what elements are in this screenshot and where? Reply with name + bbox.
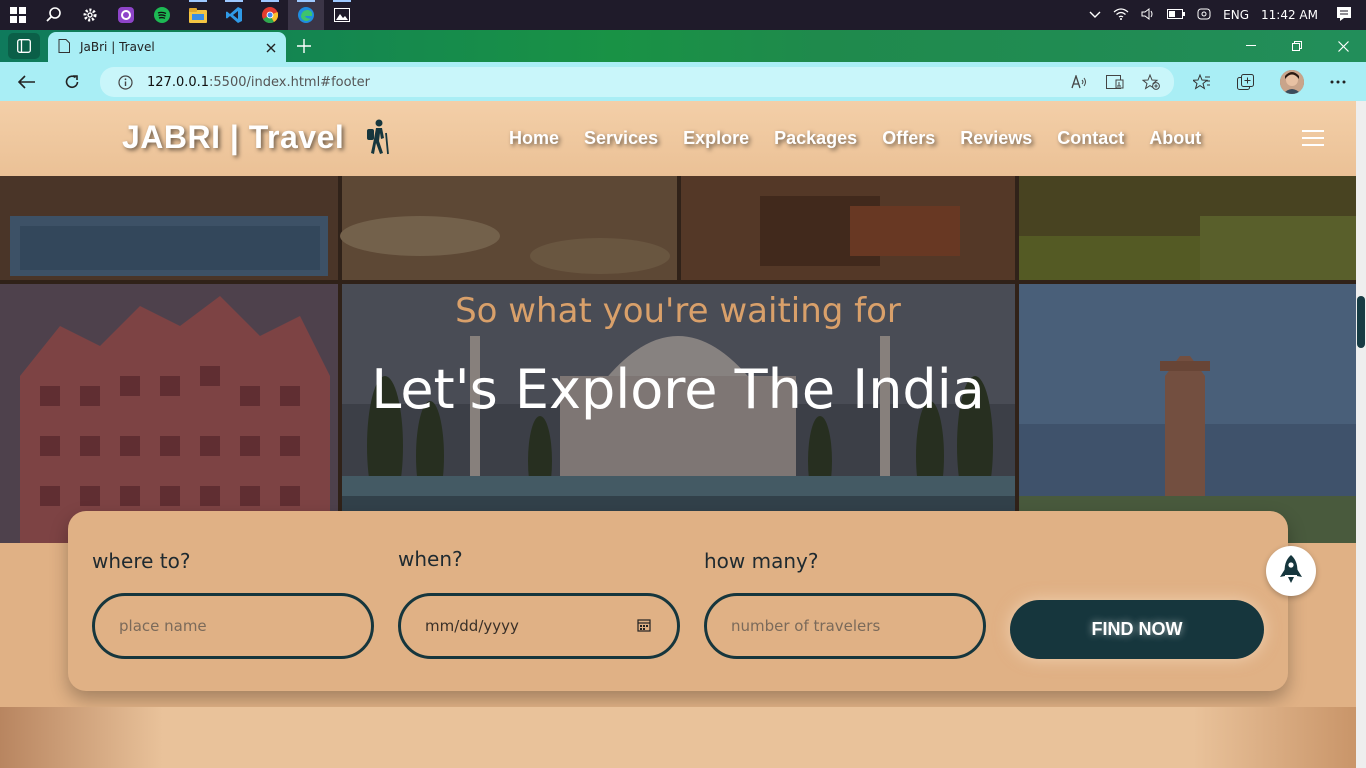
search-icon[interactable] xyxy=(36,0,72,30)
language-indicator[interactable]: ENG xyxy=(1223,8,1249,22)
spotify-icon[interactable] xyxy=(144,0,180,30)
address-bar[interactable]: 127.0.0.1:5500/index.html#footer xyxy=(100,67,1174,97)
avatar[interactable] xyxy=(1280,70,1304,94)
close-tab-icon[interactable] xyxy=(266,38,276,57)
windows-start-icon[interactable] xyxy=(0,0,36,30)
nav-services[interactable]: Services xyxy=(584,128,658,149)
restore-icon[interactable] xyxy=(1274,30,1320,62)
refresh-icon[interactable] xyxy=(61,71,83,93)
windows-taskbar: ENG 11:42 AM xyxy=(0,0,1366,30)
how-many-label: how many? xyxy=(704,549,819,573)
camera-icon[interactable] xyxy=(1197,7,1211,24)
when-label: when? xyxy=(398,547,463,571)
hero-title: Let's Explore The India xyxy=(371,358,985,421)
info-icon[interactable] xyxy=(118,74,133,90)
browser-toolbar: 127.0.0.1:5500/index.html#footer xyxy=(0,62,1366,101)
clock[interactable]: 11:42 AM xyxy=(1261,8,1318,22)
back-to-top-button[interactable] xyxy=(1266,546,1316,596)
edge-icon[interactable] xyxy=(288,0,324,30)
nav-contact[interactable]: Contact xyxy=(1057,128,1124,149)
page-icon xyxy=(58,38,70,57)
where-label: where to? xyxy=(92,549,191,573)
nav-offers[interactable]: Offers xyxy=(882,128,935,149)
system-tray: ENG 11:42 AM xyxy=(1089,0,1366,30)
webpage: So what you're waiting for Let's Explore… xyxy=(0,101,1356,768)
next-section xyxy=(0,707,1356,768)
hero-section: So what you're waiting for Let's Explore… xyxy=(0,176,1356,543)
photos-icon[interactable] xyxy=(324,0,360,30)
browser-tab-active[interactable]: JaBri | Travel xyxy=(48,32,286,62)
site-logo[interactable]: JABRI | Travel xyxy=(122,119,344,156)
nav-about[interactable]: About xyxy=(1149,128,1201,149)
wifi-icon[interactable] xyxy=(1113,7,1129,23)
immersive-reader-icon[interactable] xyxy=(1104,71,1126,93)
favorites-icon[interactable] xyxy=(1191,71,1213,93)
hamburger-menu-icon[interactable] xyxy=(1302,130,1324,151)
hiker-icon xyxy=(362,119,390,159)
more-options-icon[interactable] xyxy=(1327,71,1349,93)
collections-icon[interactable] xyxy=(1235,71,1257,93)
place-name-input[interactable]: place name xyxy=(92,593,374,659)
github-icon[interactable] xyxy=(108,0,144,30)
volume-icon[interactable] xyxy=(1141,7,1155,23)
travelers-input[interactable]: number of travelers xyxy=(704,593,986,659)
find-now-button[interactable]: FIND NOW xyxy=(1010,600,1264,659)
url-host: 127.0.0.1 xyxy=(147,74,210,90)
vscode-icon[interactable] xyxy=(216,0,252,30)
new-tab-icon[interactable] xyxy=(296,38,312,58)
back-arrow-icon[interactable] xyxy=(16,71,38,93)
nav-packages[interactable]: Packages xyxy=(774,128,857,149)
tab-actions-icon[interactable] xyxy=(8,33,40,59)
battery-icon[interactable] xyxy=(1167,8,1186,22)
nav-home[interactable]: Home xyxy=(509,128,559,149)
chrome-icon[interactable] xyxy=(252,0,288,30)
page-scrollbar[interactable] xyxy=(1356,101,1366,768)
chevron-up-icon[interactable] xyxy=(1089,8,1101,22)
nav-reviews[interactable]: Reviews xyxy=(960,128,1032,149)
scrollbar-thumb[interactable] xyxy=(1357,296,1365,348)
add-favorite-icon[interactable] xyxy=(1140,71,1162,93)
notification-icon[interactable] xyxy=(1336,6,1352,25)
nav-explore[interactable]: Explore xyxy=(683,128,749,149)
tab-title: JaBri | Travel xyxy=(80,40,155,54)
rocket-icon xyxy=(1278,554,1304,588)
browser-tab-strip: JaBri | Travel xyxy=(0,30,1366,62)
file-explorer-icon[interactable] xyxy=(180,0,216,30)
site-header: JABRI | Travel Home Services Explore Pac… xyxy=(0,101,1356,176)
close-window-icon[interactable] xyxy=(1320,30,1366,62)
hero-subtitle: So what you're waiting for xyxy=(455,291,901,331)
read-aloud-icon[interactable] xyxy=(1068,71,1090,93)
calendar-icon[interactable] xyxy=(637,618,651,636)
settings-icon[interactable] xyxy=(72,0,108,30)
main-nav: Home Services Explore Packages Offers Re… xyxy=(509,128,1226,149)
date-input[interactable]: mm/dd/yyyy xyxy=(398,593,680,659)
booking-form: where to? place name when? mm/dd/yyyy ho… xyxy=(68,511,1288,691)
url-path: :5500/index.html#footer xyxy=(209,74,371,90)
minimize-icon[interactable] xyxy=(1228,30,1274,62)
